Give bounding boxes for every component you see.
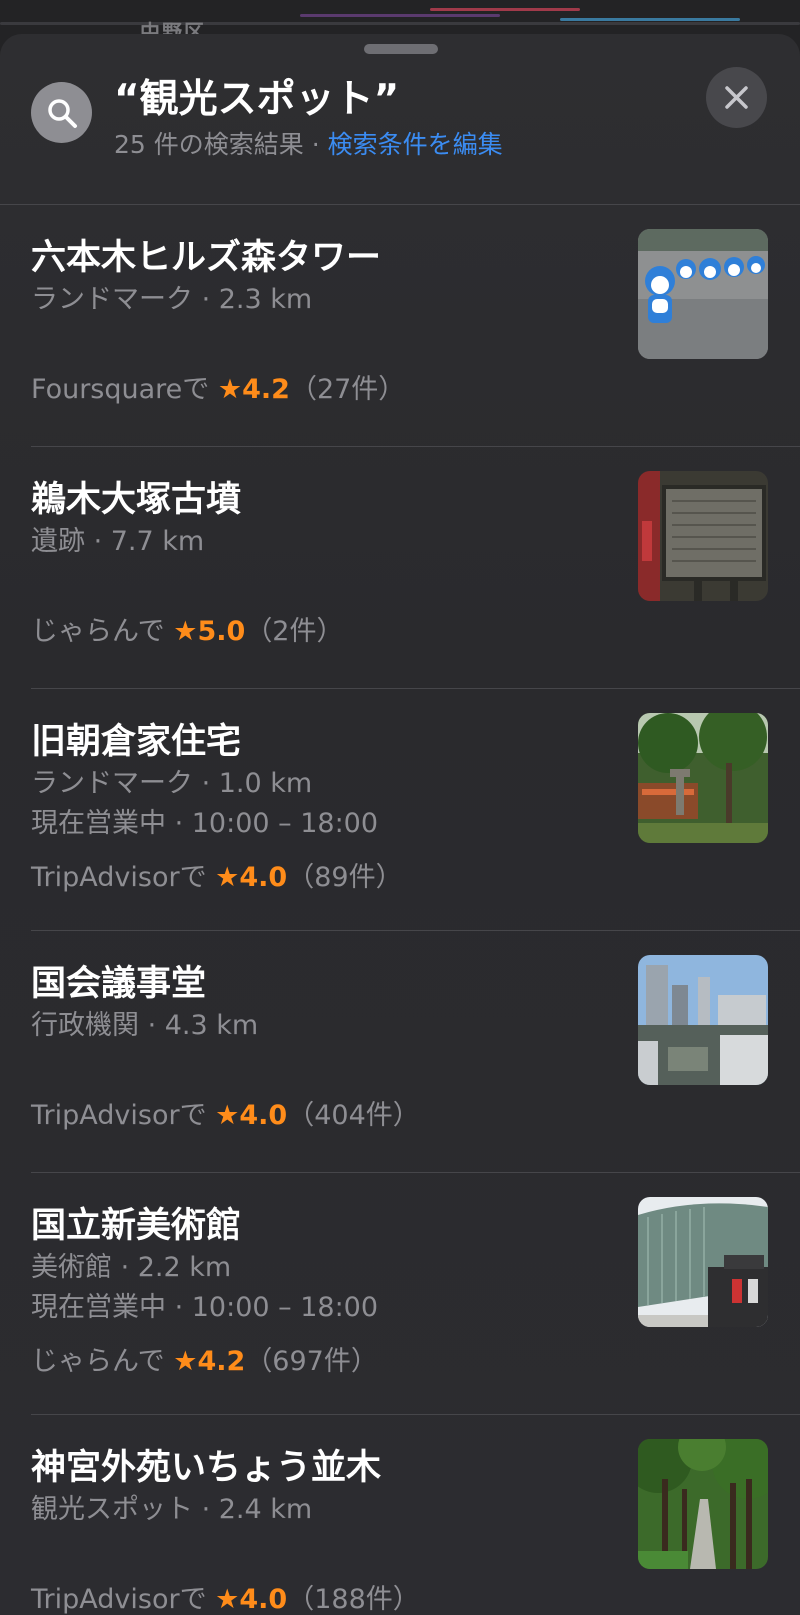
sheet-grabber-handle[interactable] [364,44,438,54]
separator: · [311,130,320,159]
place-name: 国立新美術館 [31,1206,242,1246]
place-rating: TripAdvisorで ★4.0（188件） [31,1577,420,1615]
edit-search-conditions-link[interactable]: 検索条件を編集 [328,130,503,159]
place-rating: TripAdvisorで ★4.0（89件） [31,855,403,894]
place-meta: 遺跡 · 7.7 km [31,526,205,557]
rating-score: 4.0 [239,1100,288,1131]
rating-source: TripAdvisorで [31,1584,207,1615]
rating-score: 4.2 [197,1346,246,1377]
place-hours: 現在営業中 · 10:00 – 18:00 [31,808,379,839]
rating-source: TripAdvisorで [31,862,207,893]
place-thumbnail[interactable] [638,1197,768,1327]
search-query-title: “観光スポット” [114,77,400,122]
star-icon: ★ [173,1346,198,1377]
place-meta: 美術館 · 2.2 km [31,1252,232,1283]
rating-source: じゃらんで [31,1346,165,1377]
rating-review-count: （404件） [287,1100,420,1131]
place-name: 旧朝倉家住宅 [31,722,242,762]
rating-review-count: （188件） [287,1584,420,1615]
star-icon: ★ [173,616,198,647]
search-icon[interactable] [31,82,92,143]
place-thumbnail[interactable] [638,713,768,843]
place-meta: ランドマーク · 2.3 km [31,284,313,315]
list-item[interactable]: 六本木ヒルズ森タワー ランドマーク · 2.3 km Foursquareで ★… [0,205,800,446]
list-item[interactable]: 国立新美術館 美術館 · 2.2 km 現在営業中 · 10:00 – 18:0… [0,1173,800,1414]
results-sheet[interactable]: “観光スポット” 25 件の検索結果 · 検索条件を編集 六本木ヒルズ森タワー … [0,34,800,1615]
place-name: 六本木ヒルズ森タワー [31,238,382,278]
map-road [560,18,740,21]
map-road [300,14,500,17]
rating-review-count: （89件） [287,862,403,893]
rating-review-count: （697件） [245,1346,378,1377]
place-rating: じゃらんで ★5.0（2件） [31,609,344,648]
place-name: 神宮外苑いちょう並木 [31,1448,382,1488]
place-meta: ランドマーク · 1.0 km [31,768,313,799]
rating-source: Foursquareで [31,374,210,405]
rating-source: TripAdvisorで [31,1100,207,1131]
list-item[interactable]: 旧朝倉家住宅 ランドマーク · 1.0 km 現在営業中 · 10:00 – 1… [0,689,800,930]
rating-score: 4.2 [242,374,290,405]
search-result-summary: 25 件の検索結果 · 検索条件を編集 [114,125,503,161]
place-thumbnail[interactable] [638,471,768,601]
list-item[interactable]: 国会議事堂 行政機関 · 4.3 km TripAdvisorで ★4.0（40… [0,931,800,1172]
map-road [430,8,580,11]
place-name: 国会議事堂 [31,964,207,1004]
place-rating: じゃらんで ★4.2（697件） [31,1339,378,1378]
place-meta: 観光スポット · 2.4 km [31,1494,313,1525]
place-rating: TripAdvisorで ★4.0（404件） [31,1093,420,1132]
rating-review-count: （27件） [289,374,406,405]
map-road [0,22,800,25]
list-item[interactable]: 鵜木大塚古墳 遺跡 · 7.7 km じゃらんで ★5.0（2件） [0,447,800,688]
place-thumbnail[interactable] [638,1439,768,1569]
place-meta: 行政機関 · 4.3 km [31,1010,259,1041]
place-name: 鵜木大塚古墳 [31,480,242,520]
star-icon: ★ [217,374,243,405]
rating-score: 5.0 [197,616,246,647]
star-icon: ★ [215,862,240,893]
place-rating: Foursquareで ★4.2（27件） [31,367,405,406]
star-icon: ★ [215,1100,240,1131]
result-count: 25 件の検索結果 [114,130,304,159]
list-item[interactable]: 神宮外苑いちょう並木 観光スポット · 2.4 km TripAdvisorで … [0,1415,800,1615]
rating-score: 4.0 [239,862,288,893]
star-icon: ★ [215,1584,240,1615]
place-hours: 現在営業中 · 10:00 – 18:00 [31,1292,379,1323]
rating-source: じゃらんで [31,616,165,647]
place-thumbnail[interactable] [638,955,768,1085]
close-icon[interactable] [706,67,767,128]
rating-score: 4.0 [239,1584,288,1615]
place-thumbnail[interactable] [638,229,768,359]
rating-review-count: （2件） [245,616,344,647]
